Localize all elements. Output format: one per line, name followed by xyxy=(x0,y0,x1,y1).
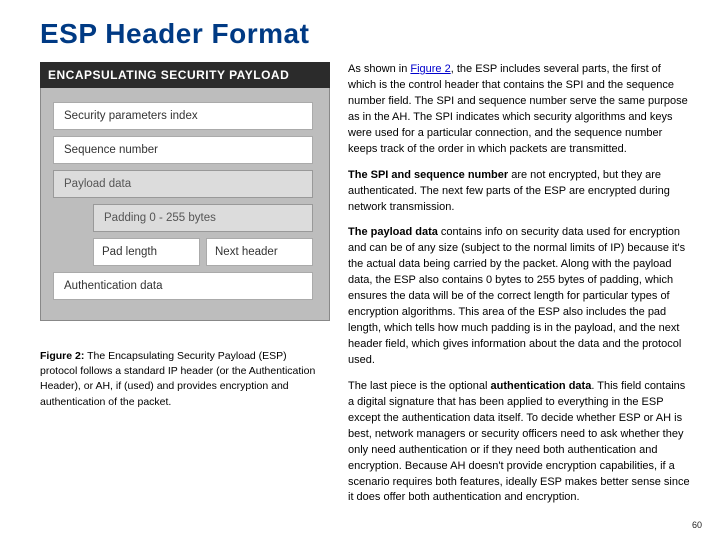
field-spi: Security parameters index xyxy=(53,102,313,130)
paragraph-4: The last piece is the optional authentic… xyxy=(348,379,690,507)
p3-bold: The payload data xyxy=(348,226,438,238)
p1-text-b: , the ESP includes several parts, the fi… xyxy=(348,63,688,155)
page-number: 60 xyxy=(692,520,702,530)
right-column: As shown in Figure 2, the ESP includes s… xyxy=(348,62,690,516)
diagram-title: ENCAPSULATING SECURITY PAYLOAD xyxy=(40,62,330,88)
field-padding: Padding 0 - 255 bytes xyxy=(93,204,313,232)
diagram-body: Security parameters index Sequence numbe… xyxy=(40,88,330,321)
figure-2-link[interactable]: Figure 2 xyxy=(410,63,450,75)
p4-bold: authentication data xyxy=(490,380,591,392)
left-column: ENCAPSULATING SECURITY PAYLOAD Security … xyxy=(40,62,330,516)
p4-text-a: The last piece is the optional xyxy=(348,380,490,392)
figure-caption: Figure 2: The Encapsulating Security Pay… xyxy=(40,349,330,410)
paragraph-3: The payload data contains info on securi… xyxy=(348,225,690,368)
field-sequence-number: Sequence number xyxy=(53,136,313,164)
p1-text-a: As shown in xyxy=(348,63,410,75)
field-pad-length: Pad length xyxy=(93,238,200,266)
field-payload-data: Payload data xyxy=(53,170,313,198)
p4-text-c: . This field contains a digital signatur… xyxy=(348,380,690,504)
figure-label: Figure 2: xyxy=(40,350,84,362)
paragraph-1: As shown in Figure 2, the ESP includes s… xyxy=(348,62,690,158)
content-row: ENCAPSULATING SECURITY PAYLOAD Security … xyxy=(40,62,690,516)
esp-diagram: ENCAPSULATING SECURITY PAYLOAD Security … xyxy=(40,62,330,321)
field-authentication-data: Authentication data xyxy=(53,272,313,300)
p2-bold: The SPI and sequence number xyxy=(348,169,508,181)
page-title: ESP Header Format xyxy=(40,18,690,50)
field-next-header: Next header xyxy=(206,238,313,266)
paragraph-2: The SPI and sequence number are not encr… xyxy=(348,168,690,216)
p3-text: contains info on security data used for … xyxy=(348,226,685,366)
